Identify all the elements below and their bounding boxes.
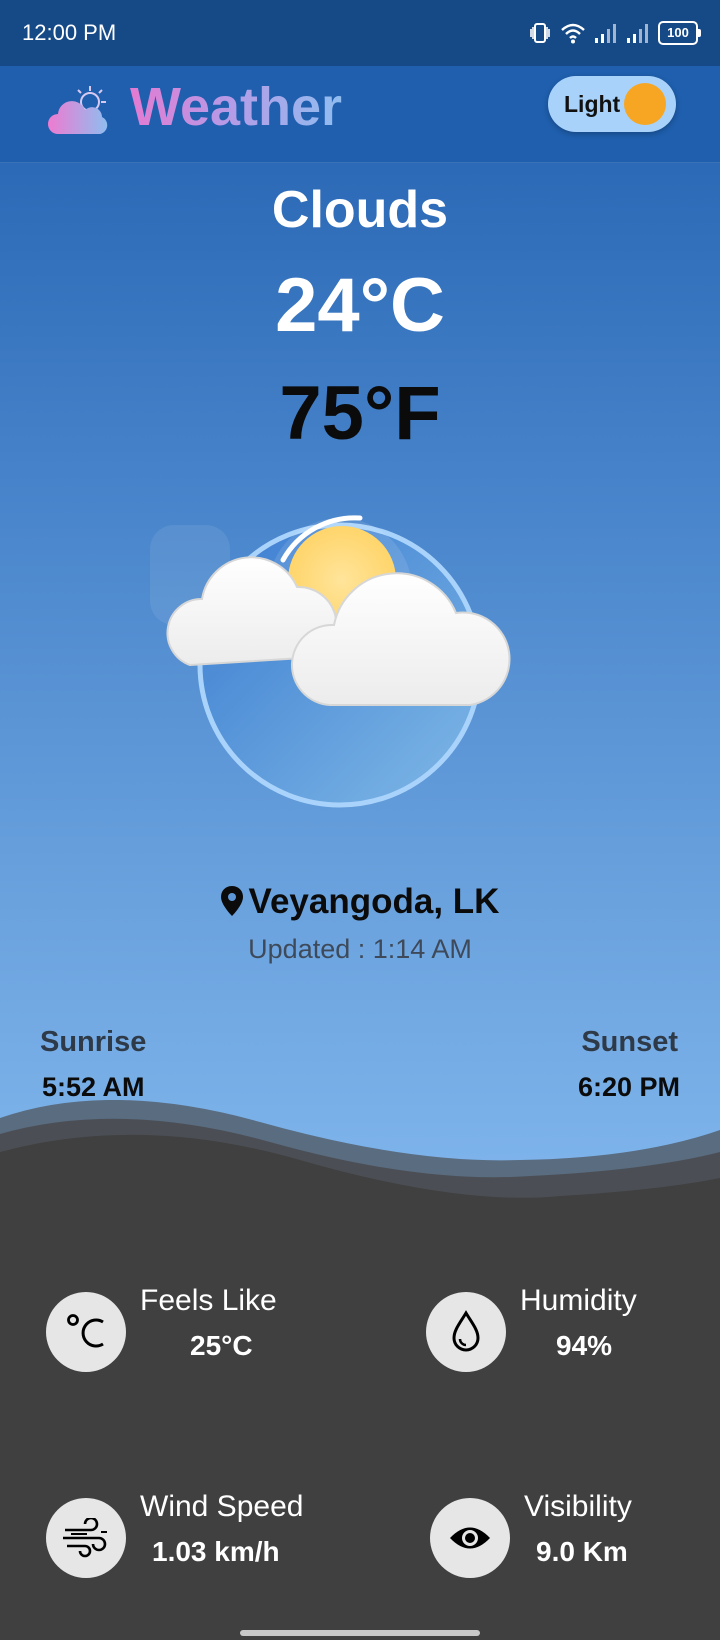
sunset-label: Sunset [581, 1026, 678, 1058]
cloud-sun-logo-icon [48, 86, 108, 134]
humidity-value: 94% [556, 1330, 613, 1361]
water-drop-icon [426, 1292, 506, 1372]
sunrise-time: 5:52 AM [42, 1072, 145, 1102]
sunrise-label: Sunrise [40, 1026, 147, 1058]
feels-like-stat: Feels Like 25°C [46, 1284, 376, 1392]
location: Veyangoda, LK [0, 882, 720, 922]
status-icons: 100 [528, 20, 701, 46]
signal-icon [595, 24, 616, 43]
status-time: 12:00 PM [22, 20, 117, 45]
home-indicator[interactable] [240, 1630, 480, 1636]
wind-speed-stat: Wind Speed 1.03 km/h [46, 1490, 376, 1598]
humidity-stat: Humidity 94% [426, 1284, 720, 1392]
updated-label: Updated : [248, 934, 373, 964]
visibility-value: 9.0 Km [536, 1536, 628, 1567]
visibility-stat: Visibility 9.0 Km [430, 1490, 720, 1598]
wind-speed-value: 1.03 km/h [152, 1536, 280, 1567]
app-title: Weather [130, 77, 343, 137]
feels-like-value: 25°C [190, 1330, 253, 1361]
thermometer-celsius-icon [46, 1292, 126, 1372]
temperature-fahrenheit: 75°F [279, 371, 441, 456]
signal-icon-2 [627, 24, 648, 43]
feels-like-label: Feels Like [140, 1284, 277, 1317]
status-bar: 12:00 PM 100 [0, 0, 720, 66]
app-bar: Weather Light [0, 66, 720, 163]
theme-toggle-knob[interactable] [624, 83, 666, 125]
sunset-time: 6:20 PM [577, 1072, 680, 1102]
wifi-icon [561, 23, 585, 44]
wind-icon [46, 1498, 126, 1578]
location-name: Veyangoda, LK [248, 882, 500, 921]
battery-indicator: 100 [658, 21, 701, 45]
visibility-label: Visibility [524, 1490, 632, 1523]
eye-icon [430, 1498, 510, 1578]
humidity-label: Humidity [520, 1284, 637, 1317]
updated-time: Updated : 1:14 AM [0, 934, 720, 965]
location-pin-icon [220, 886, 243, 916]
temperature-celsius: 24°C [275, 263, 445, 348]
wind-speed-label: Wind Speed [140, 1490, 304, 1523]
cloudy-sun-illustration [150, 515, 511, 808]
theme-toggle[interactable]: Light [548, 76, 676, 132]
vibrate-icon [530, 23, 550, 43]
weather-condition: Clouds [271, 181, 449, 239]
theme-toggle-label: Light [564, 91, 621, 117]
updated-value: 1:14 AM [372, 934, 472, 964]
